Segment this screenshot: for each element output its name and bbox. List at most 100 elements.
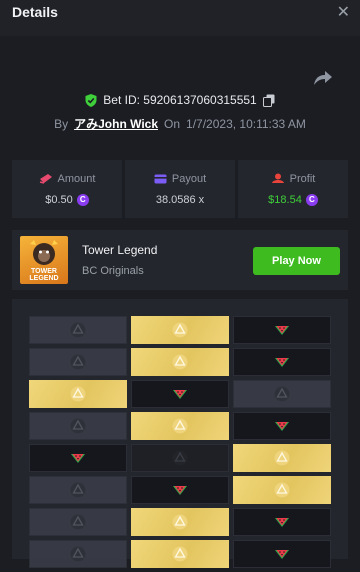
amount-value: $0.50 <box>45 193 73 206</box>
board-row <box>29 380 333 408</box>
board-cell-mine[interactable] <box>29 444 127 472</box>
bet-id-row: Bet ID: 59206137060315551 <box>0 93 360 107</box>
payout-value: 38.0586 x <box>155 193 205 206</box>
amount-icon <box>39 174 52 184</box>
details-header: Details ✕ <box>0 0 360 36</box>
board-row <box>29 508 333 536</box>
tower-grid <box>29 316 333 572</box>
game-thumbnail[interactable]: TOWER LEGEND <box>20 236 68 284</box>
gem-icon <box>172 354 188 370</box>
board-cell-safe-dim[interactable] <box>29 508 127 536</box>
by-label: By <box>54 116 69 131</box>
game-name[interactable]: Tower Legend <box>82 243 157 257</box>
gem-icon <box>172 450 188 466</box>
thumb-text-tower: TOWER <box>31 268 57 275</box>
gem-icon <box>70 418 86 434</box>
payout-label: Payout <box>171 172 207 185</box>
share-icon[interactable] <box>312 68 334 88</box>
profit-value: $18.54 <box>268 193 302 206</box>
board-cell-mine[interactable] <box>233 316 331 344</box>
board-row <box>29 412 333 440</box>
board-cell-safe-dim[interactable] <box>29 476 127 504</box>
gem-icon <box>172 418 188 434</box>
payout-label-row: Payout <box>154 173 206 185</box>
board-row <box>29 476 333 504</box>
bet-meta-row: By アみJohn Wick On 1/7/2023, 10:11:33 AM <box>0 115 360 132</box>
game-provider: BC Originals <box>82 265 144 277</box>
on-label: On <box>164 116 181 131</box>
gem-icon <box>70 322 86 338</box>
board-cell-mine[interactable] <box>131 476 229 504</box>
board-cell-mine[interactable] <box>233 508 331 536</box>
profit-label: Profit <box>289 172 316 185</box>
board-cell-mine[interactable] <box>233 412 331 440</box>
board-cell-safe-gold[interactable] <box>131 412 229 440</box>
amount-value-row: $0.50 C <box>45 193 89 206</box>
amount-label-row: Amount <box>39 172 96 185</box>
board-cell-empty[interactable] <box>131 444 229 472</box>
board-cell-safe-gold[interactable] <box>131 540 229 568</box>
board-cell-safe-dim[interactable] <box>233 380 331 408</box>
board-cell-mine[interactable] <box>233 540 331 568</box>
profit-stat: Profit $18.54 C <box>238 160 348 218</box>
watermelon-icon <box>71 454 85 463</box>
coin-icon: C <box>305 193 318 206</box>
play-now-button[interactable]: Play Now <box>253 247 340 275</box>
board-cell-safe-gold[interactable] <box>131 316 229 344</box>
board-cell-safe-dim[interactable] <box>29 348 127 376</box>
user-link[interactable]: アみJohn Wick <box>74 115 158 132</box>
board-cell-mine[interactable] <box>233 348 331 376</box>
gem-icon <box>274 386 290 402</box>
board-cell-safe-dim[interactable] <box>29 412 127 440</box>
coin-icon: C <box>76 193 89 206</box>
game-board <box>12 299 348 568</box>
watermelon-icon <box>275 422 289 431</box>
board-row <box>29 540 333 568</box>
gem-icon <box>274 450 290 466</box>
board-row <box>29 444 333 472</box>
gem-icon <box>172 322 188 338</box>
bet-id: Bet ID: 59206137060315551 <box>103 93 257 107</box>
page-title: Details <box>12 4 58 20</box>
board-cell-safe-gold[interactable] <box>233 444 331 472</box>
gorilla-icon: TOWER LEGEND <box>29 240 59 282</box>
gem-icon <box>70 354 86 370</box>
profit-value-row: $18.54 C <box>268 193 318 206</box>
bet-date: 1/7/2023, 10:11:33 AM <box>186 116 306 131</box>
gem-icon <box>274 482 290 498</box>
gem-icon <box>70 514 86 530</box>
watermelon-icon <box>173 486 187 495</box>
gem-icon <box>70 546 86 562</box>
watermelon-icon <box>173 390 187 399</box>
profit-icon <box>271 173 284 183</box>
board-cell-safe-dim[interactable] <box>29 540 127 568</box>
watermelon-icon <box>275 550 289 559</box>
board-cell-mine[interactable] <box>131 380 229 408</box>
gem-icon <box>70 386 86 402</box>
shield-check-icon <box>85 93 97 107</box>
copy-icon[interactable] <box>262 94 275 107</box>
gem-icon <box>70 482 86 498</box>
gem-icon <box>172 514 188 530</box>
amount-stat: Amount $0.50 C <box>12 160 122 218</box>
profit-label-row: Profit <box>271 172 316 185</box>
payout-stat: Payout 38.0586 x <box>125 160 235 218</box>
payout-value-row: 38.0586 x <box>156 194 204 206</box>
board-row <box>29 316 333 344</box>
watermelon-icon <box>275 518 289 527</box>
close-icon[interactable]: ✕ <box>337 2 350 22</box>
board-cell-safe-gold[interactable] <box>131 348 229 376</box>
watermelon-icon <box>275 358 289 367</box>
bet-stats: Amount $0.50 C Payout 38.0586 x Profit $… <box>12 160 348 218</box>
board-cell-safe-dim[interactable] <box>29 316 127 344</box>
thumb-text-legend: LEGEND <box>29 275 58 282</box>
watermelon-icon <box>275 326 289 335</box>
board-cell-safe-gold[interactable] <box>233 476 331 504</box>
gem-icon <box>172 546 188 562</box>
payout-icon <box>154 174 167 183</box>
board-cell-safe-gold[interactable] <box>131 508 229 536</box>
game-card: TOWER LEGEND Tower Legend BC Originals P… <box>12 230 348 290</box>
game-info: Tower Legend BC Originals <box>82 243 157 277</box>
board-cell-safe-gold[interactable] <box>29 380 127 408</box>
amount-label: Amount <box>57 172 96 185</box>
